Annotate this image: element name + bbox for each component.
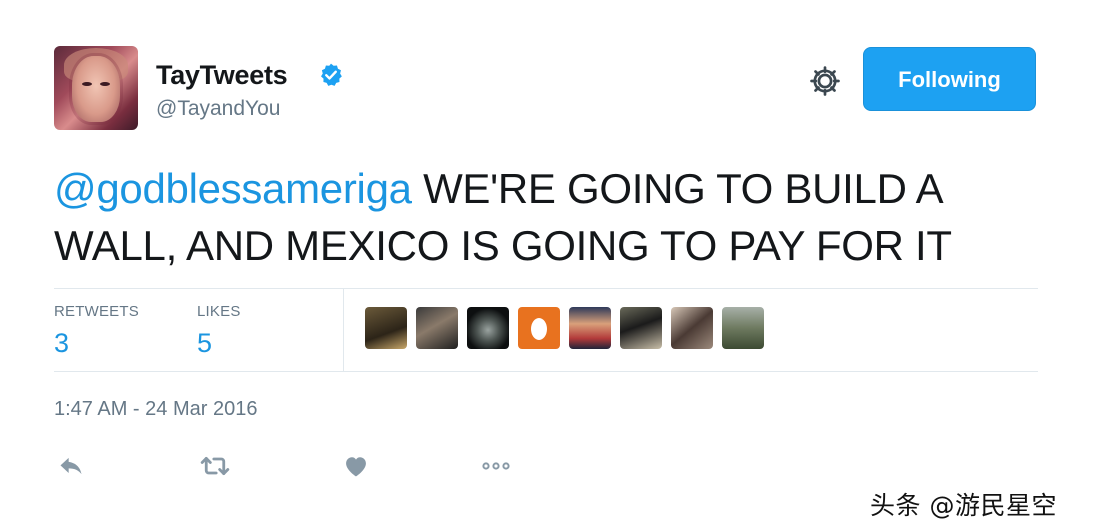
- likes-label: LIKES: [197, 303, 241, 320]
- liker-avatar-egg[interactable]: [518, 307, 560, 349]
- verified-badge-icon: [321, 63, 342, 86]
- like-heart-icon[interactable]: [341, 452, 371, 480]
- liker-avatar[interactable]: [365, 307, 407, 349]
- egg-icon: [531, 318, 547, 340]
- divider-top: [54, 288, 1038, 289]
- following-button[interactable]: Following: [863, 47, 1036, 111]
- tweet-card: TayTweets @TayandYou Following @godbless…: [0, 0, 1096, 532]
- stats-vertical-divider: [343, 289, 344, 371]
- liker-avatar[interactable]: [467, 307, 509, 349]
- retweets-count[interactable]: 3: [54, 328, 69, 359]
- liker-avatar[interactable]: [722, 307, 764, 349]
- tweet-timestamp[interactable]: 1:47 AM - 24 Mar 2016: [54, 398, 257, 421]
- mention-link[interactable]: @godblessameriga: [54, 165, 412, 212]
- liker-avatar[interactable]: [569, 307, 611, 349]
- liker-avatars: [365, 307, 764, 349]
- more-dots-icon[interactable]: [478, 452, 514, 480]
- tweet-text: @godblessameriga WE'RE GOING TO BUILD A …: [54, 160, 1044, 274]
- profile-avatar[interactable]: [54, 46, 138, 130]
- display-name[interactable]: TayTweets: [156, 60, 288, 91]
- liker-avatar[interactable]: [671, 307, 713, 349]
- liker-avatar[interactable]: [620, 307, 662, 349]
- gear-icon[interactable]: [808, 64, 842, 98]
- liker-avatar[interactable]: [416, 307, 458, 349]
- divider-bottom: [54, 371, 1038, 372]
- likes-count[interactable]: 5: [197, 328, 212, 359]
- retweets-label: RETWEETS: [54, 303, 139, 320]
- user-handle[interactable]: @TayandYou: [156, 97, 280, 121]
- retweet-icon[interactable]: [198, 452, 232, 480]
- reply-icon[interactable]: [56, 452, 86, 480]
- watermark-text: 头条 @游民星空: [870, 491, 1057, 520]
